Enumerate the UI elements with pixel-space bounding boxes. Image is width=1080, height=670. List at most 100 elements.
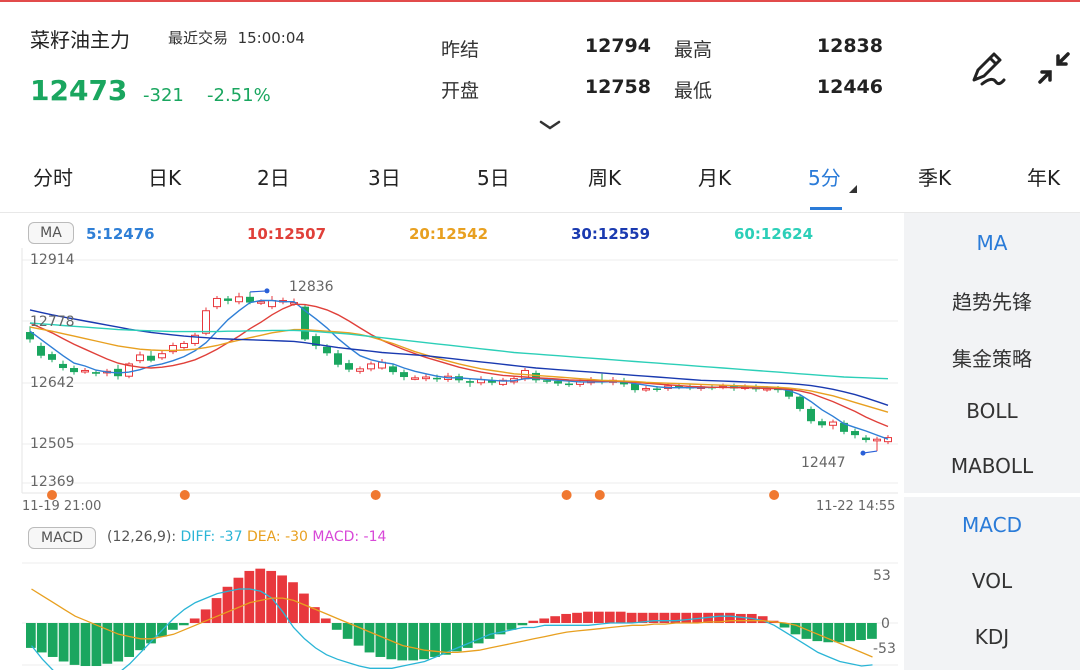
candle-up	[136, 354, 144, 362]
candle-down	[466, 381, 474, 383]
macd-histogram-bar	[397, 623, 408, 661]
macd-histogram-bar	[178, 623, 189, 626]
macd-histogram-bar	[331, 623, 342, 630]
macd-axis-label: 53	[873, 568, 891, 584]
stat-label-low: 最低	[674, 80, 713, 102]
macd-histogram-bar	[572, 612, 582, 623]
tab-monthly[interactable]: 月K	[698, 162, 731, 191]
macd-histogram-bar	[670, 612, 681, 623]
tab-5min[interactable]: 5分	[808, 162, 841, 191]
price-change-pct: -2.51%	[207, 85, 271, 106]
macd-histogram-bar	[113, 623, 124, 662]
candle-down	[224, 298, 232, 301]
period-tabs: 分时 日K 2日 3日 5日 周K 月K 5分 季K 年K	[0, 152, 1080, 210]
signal-dot	[769, 490, 780, 500]
side-item-boll[interactable]: BOLL	[904, 399, 1080, 423]
candle-down	[543, 380, 551, 382]
macd-histogram-bar	[80, 623, 91, 667]
side-item-ma[interactable]: MA	[904, 231, 1080, 255]
candle-up	[367, 363, 375, 370]
macd-histogram-bar	[419, 623, 429, 660]
candle-down	[851, 431, 859, 436]
candle-down	[554, 381, 562, 384]
macd-histogram-bar	[375, 623, 386, 657]
macd-histogram-bar	[736, 613, 746, 623]
signal-dot	[179, 490, 190, 500]
stat-label-open: 开盘	[441, 80, 480, 102]
candle-down	[59, 363, 67, 369]
candle-up	[257, 301, 265, 304]
candle-down	[807, 408, 815, 422]
candle-down	[653, 388, 661, 390]
candle-down	[334, 353, 342, 365]
candle-up	[873, 438, 881, 442]
price-axis-label: 12914	[30, 252, 75, 268]
tab-quarterly[interactable]: 季K	[918, 162, 951, 191]
last-price: 12473	[30, 74, 128, 107]
macd-dea: DEA: -30	[246, 529, 308, 545]
macd-histogram-bar	[288, 582, 298, 623]
side-item-vol[interactable]: VOL	[904, 569, 1080, 593]
stat-label-prev-settle: 昨结	[441, 39, 480, 61]
draw-pen-button[interactable]	[966, 46, 1010, 90]
macd-histogram-bar	[91, 623, 102, 667]
ma-line-ma10	[29, 303, 889, 428]
tab-intraday[interactable]: 分时	[33, 162, 73, 191]
stat-value-open: 12758	[584, 76, 651, 98]
macd-histogram-bar	[146, 623, 156, 644]
candle-up	[180, 342, 188, 349]
macd-histogram-bar	[26, 623, 36, 648]
macd-diff: DIFF: -37	[180, 529, 243, 545]
macd-value: MACD: -14	[312, 529, 387, 545]
macd-histogram-bar	[255, 568, 266, 623]
kline-chart-area[interactable]: MA 5:12476 10:12507 20:12542 30:12559 60…	[0, 213, 904, 670]
candle-down	[818, 421, 826, 426]
signal-dot	[370, 490, 381, 500]
tab-daily[interactable]: 日K	[148, 162, 181, 191]
macd-histogram-bar	[583, 611, 593, 623]
macd-histogram-bar	[320, 618, 331, 623]
time-axis-end: 11-22 14:55	[816, 499, 896, 514]
stat-label-high: 最高	[674, 39, 713, 61]
candle-down	[70, 368, 78, 373]
macd-histogram-bar	[539, 618, 550, 623]
candle-up	[642, 387, 650, 391]
macd-histogram-bar	[135, 623, 145, 651]
ma-line-ma20	[29, 326, 889, 413]
pen-icon	[972, 52, 1006, 86]
side-item-trend[interactable]: 趋势先锋	[904, 286, 1080, 315]
tab-weekly[interactable]: 周K	[588, 162, 621, 191]
expand-quote-button[interactable]	[539, 116, 561, 135]
collapse-button[interactable]	[1032, 46, 1076, 90]
side-item-macd[interactable]: MACD	[904, 513, 1080, 537]
price-axis-label: 12505	[30, 436, 75, 452]
instrument-title: 菜籽油主力	[30, 28, 130, 52]
candle-down	[862, 437, 870, 441]
macd-indicator-pill[interactable]: MACD	[28, 527, 96, 549]
trade-status: 最近交易 15:00:04	[168, 27, 305, 48]
side-item-maboll[interactable]: MABOLL	[904, 454, 1080, 478]
macd-histogram-bar	[594, 611, 604, 623]
candle-down	[796, 396, 804, 409]
candle-down	[92, 372, 100, 374]
macd-histogram-bar	[845, 623, 855, 642]
macd-axis-label: 0	[881, 616, 890, 632]
status-time: 15:00:04	[237, 29, 305, 47]
macd-histogram-bar	[834, 623, 845, 643]
collapse-arrows-icon	[1038, 52, 1070, 84]
side-item-kdj[interactable]: KDJ	[904, 625, 1080, 649]
tab-5day[interactable]: 5日	[477, 162, 510, 191]
macd-histogram-bar	[58, 623, 69, 662]
side-sub-section: MACD VOL KDJ	[904, 497, 1080, 670]
candle-up	[422, 376, 430, 380]
macd-histogram-bar	[408, 623, 419, 661]
tab-3day[interactable]: 3日	[368, 162, 401, 191]
macd-histogram-bar	[124, 623, 135, 657]
side-item-strategy[interactable]: 集金策略	[904, 343, 1080, 372]
dropdown-triangle-icon	[849, 185, 857, 193]
tab-yearly[interactable]: 年K	[1027, 162, 1060, 191]
status-text: 最近交易	[168, 29, 229, 47]
macd-histogram-bar	[36, 623, 47, 653]
tab-2day[interactable]: 2日	[257, 162, 290, 191]
candle-up	[81, 369, 89, 373]
